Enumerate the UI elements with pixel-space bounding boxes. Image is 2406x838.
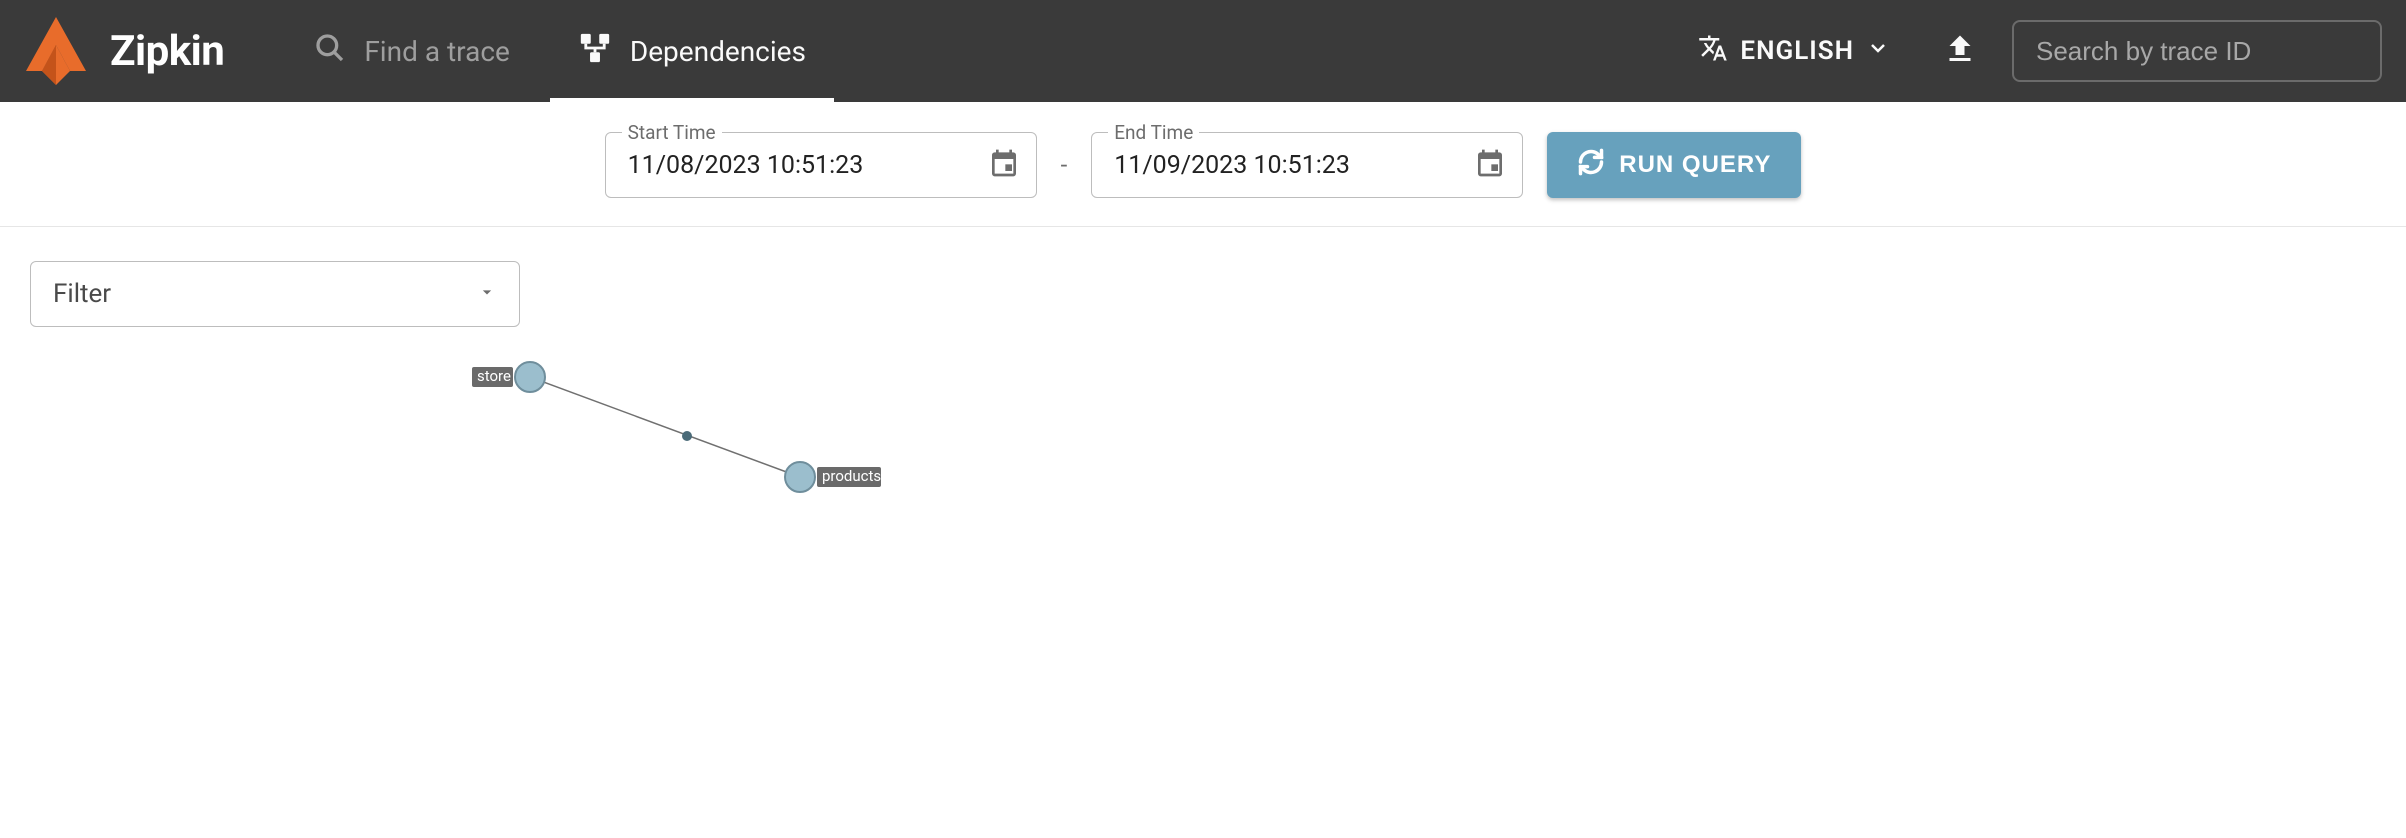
- nav-label: Find a trace: [364, 35, 510, 68]
- run-query-button[interactable]: RUN QUERY: [1547, 132, 1801, 198]
- graph-node-products[interactable]: products: [785, 462, 881, 492]
- start-time-field[interactable]: Start Time 11/08/2023 10:51:23: [605, 132, 1037, 198]
- search-icon: [314, 32, 346, 71]
- end-time-label: End Time: [1108, 121, 1199, 144]
- app-header: Zipkin Find a trace Dependencies: [0, 0, 2406, 102]
- end-time-value: 11/09/2023 10:51:23: [1114, 151, 1460, 180]
- end-time-field[interactable]: End Time 11/09/2023 10:51:23: [1091, 132, 1523, 198]
- translate-icon: [1698, 33, 1728, 70]
- chevron-down-icon: [1866, 36, 1890, 67]
- filter-placeholder: Filter: [53, 279, 111, 309]
- language-label: ENGLISH: [1740, 36, 1854, 66]
- nav-label: Dependencies: [630, 35, 806, 68]
- graph-node-store[interactable]: store: [472, 362, 545, 392]
- nav-dependencies[interactable]: Dependencies: [550, 0, 834, 102]
- upload-icon: [1942, 31, 1978, 71]
- nav-find-trace[interactable]: Find a trace: [286, 0, 538, 102]
- language-switcher[interactable]: ENGLISH: [1680, 33, 1908, 70]
- start-time-value: 11/08/2023 10:51:23: [628, 151, 974, 180]
- upload-button[interactable]: [1920, 31, 2000, 71]
- dependencies-icon: [578, 31, 612, 72]
- filter-select[interactable]: Filter: [30, 261, 520, 327]
- search-trace-input[interactable]: [2012, 20, 2382, 82]
- run-query-label: RUN QUERY: [1619, 151, 1771, 179]
- zipkin-logo-icon: [24, 15, 88, 87]
- time-range-bar: Start Time 11/08/2023 10:51:23 - End Tim…: [0, 102, 2406, 227]
- graph-node-label: products: [822, 467, 881, 485]
- calendar-icon[interactable]: [988, 147, 1020, 183]
- start-time-label: Start Time: [622, 121, 722, 144]
- dropdown-arrow-icon: [477, 279, 497, 309]
- brand-block: Zipkin: [24, 15, 224, 87]
- calendar-icon[interactable]: [1474, 147, 1506, 183]
- graph-edge-midpoint: [682, 431, 692, 441]
- graph-node-label: store: [477, 367, 511, 385]
- refresh-icon: [1577, 148, 1605, 183]
- content-area: Filter store products: [0, 227, 2406, 651]
- brand-name: Zipkin: [110, 27, 224, 76]
- graph-edge: [530, 377, 800, 477]
- time-range-separator: -: [1061, 151, 1068, 179]
- dependency-graph[interactable]: store products: [30, 337, 2376, 617]
